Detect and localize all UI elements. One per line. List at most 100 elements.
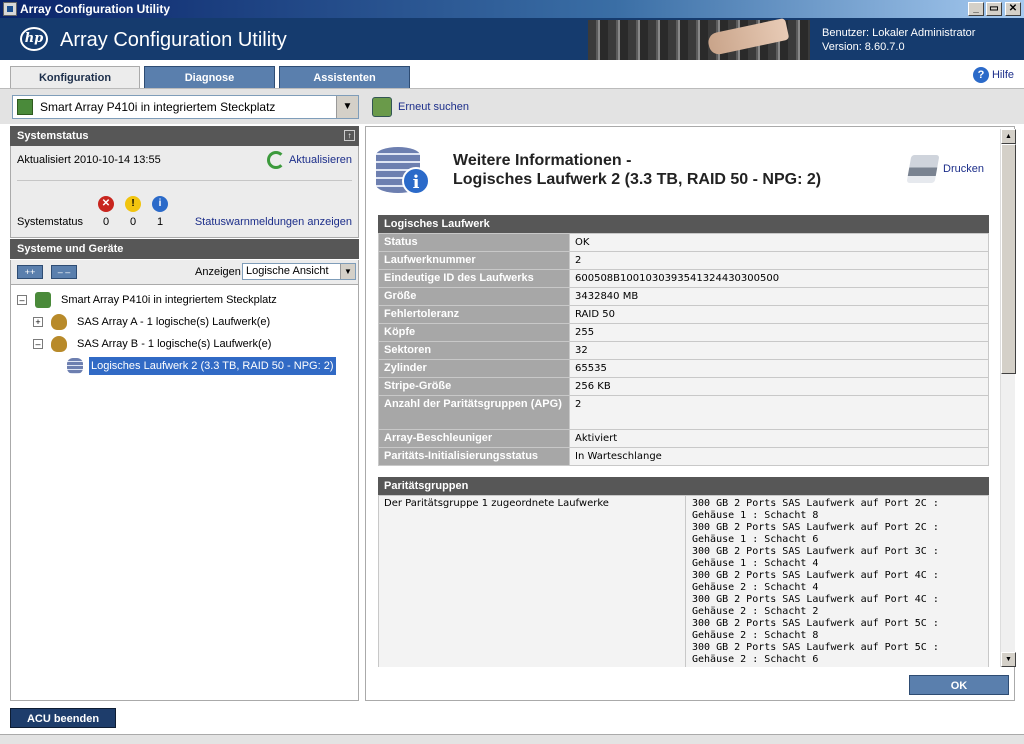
property-key: Status	[378, 233, 570, 252]
table-row: Zylinder 65535	[378, 359, 989, 378]
system-status-panel: Aktualisiert 2010-10-14 13:55 Aktualisie…	[10, 146, 359, 238]
systems-title: Systeme und Geräte	[17, 243, 124, 255]
property-value: 255	[569, 323, 989, 342]
page-title-line2: Logisches Laufwerk 2 (3.3 TB, RAID 50 - …	[453, 171, 822, 188]
tab-bar: Konfiguration Diagnose Assistenten ? Hilf…	[0, 60, 1024, 89]
property-key: Köpfe	[378, 323, 570, 342]
warning-icon: !	[125, 196, 141, 212]
property-key: Laufwerknummer	[378, 251, 570, 270]
tree-item-array-b[interactable]: – SAS Array B - 1 logische(s) Laufwerk(e…	[33, 335, 353, 353]
tree-item-controller[interactable]: – Smart Array P410i in integriertem Stec…	[17, 291, 357, 309]
controller-toolbar: Smart Array P410i in integriertem Steckp…	[0, 88, 1024, 124]
section-logical-drive-header: Logisches Laufwerk	[378, 215, 989, 233]
rescan-button[interactable]: Erneut suchen	[372, 96, 469, 118]
tree-item-array-a[interactable]: + SAS Array A - 1 logische(s) Laufwerk(e…	[33, 313, 353, 331]
tree-item-label: SAS Array A - 1 logische(s) Laufwerk(e)	[77, 316, 271, 328]
collapse-node-icon[interactable]: –	[17, 295, 27, 305]
chevron-down-icon[interactable]: ▼	[340, 264, 355, 279]
error-count: 0	[102, 216, 110, 228]
collapse-node-icon[interactable]: –	[33, 339, 43, 349]
property-value: 256 KB	[569, 377, 989, 396]
view-label: Anzeigen	[195, 266, 241, 278]
show-status-alerts-link[interactable]: Statuswarnmeldungen anzeigen	[195, 216, 352, 228]
property-key: Fehlertoleranz	[378, 305, 570, 324]
expand-all-button[interactable]: ++	[17, 265, 43, 279]
table-row: Sektoren 32	[378, 341, 989, 360]
version-label: Version: 8.60.7.0	[822, 41, 905, 53]
list-item: 300 GB 2 Ports SAS Laufwerk auf Port 5C …	[692, 618, 939, 641]
maximize-button[interactable]: ▭	[986, 2, 1002, 16]
table-row: Anzahl der Paritätsgruppen (APG) 2	[378, 395, 989, 430]
parity-group-label: Der Paritätsgruppe 1 zugeordnete Laufwer…	[384, 498, 609, 509]
window-title: Array Configuration Utility	[20, 2, 171, 16]
rescan-icon	[372, 97, 392, 117]
parity-group-table: Der Paritätsgruppe 1 zugeordnete Laufwer…	[378, 495, 989, 667]
error-icon: ✕	[98, 196, 114, 212]
help-link[interactable]: ? Hilfe	[972, 67, 1014, 84]
list-item: 300 GB 2 Ports SAS Laufwerk auf Port 4C …	[692, 594, 939, 617]
printer-icon	[906, 155, 940, 183]
list-item: 300 GB 2 Ports SAS Laufwerk auf Port 3C …	[692, 546, 939, 569]
info-icon: i	[152, 196, 168, 212]
tree-item-logical-drive-2[interactable]: Logisches Laufwerk 2 (3.3 TB, RAID 50 - …	[67, 357, 347, 375]
property-key: Sektoren	[378, 341, 570, 360]
list-item: 300 GB 2 Ports SAS Laufwerk auf Port 5C …	[692, 642, 939, 665]
window-titlebar: Array Configuration Utility _ ▭ ✕	[0, 0, 1024, 18]
controller-icon	[17, 99, 33, 115]
table-row: Paritäts-Initialisierungsstatus In Wartes…	[378, 447, 989, 466]
header-photo	[588, 17, 810, 60]
collapse-all-button[interactable]: – –	[51, 265, 77, 279]
property-value: 32	[569, 341, 989, 360]
exit-acu-button[interactable]: ACU beenden	[10, 708, 116, 728]
print-button[interactable]: Drucken	[906, 155, 984, 183]
updated-timestamp: Aktualisiert 2010-10-14 13:55	[17, 154, 161, 166]
page-title-line1: Weitere Informationen -	[453, 152, 632, 169]
table-row: Größe 3432840 MB	[378, 287, 989, 306]
property-value: OK	[569, 233, 989, 252]
tab-konfiguration[interactable]: Konfiguration	[10, 66, 140, 89]
table-row: Status OK	[378, 233, 989, 252]
collapse-icon[interactable]: ↑	[344, 130, 355, 141]
controller-select[interactable]: Smart Array P410i in integriertem Steckp…	[12, 95, 359, 119]
details-scroll-area[interactable]: i Weitere Informationen - Logisches Lauf…	[366, 127, 999, 667]
chevron-down-icon[interactable]: ▼	[336, 96, 358, 118]
property-value: Aktiviert	[569, 429, 989, 448]
property-value: 3432840 MB	[569, 287, 989, 306]
property-key: Array-Beschleuniger	[378, 429, 570, 448]
details-panel: i Weitere Informationen - Logisches Lauf…	[365, 126, 1016, 701]
app-icon	[3, 2, 17, 16]
help-label: Hilfe	[991, 69, 1014, 81]
tab-assistenten[interactable]: Assistenten	[279, 66, 410, 88]
property-key: Eindeutige ID des Laufwerks	[378, 269, 570, 288]
array-icon	[51, 336, 67, 352]
tree-item-label: Smart Array P410i in integriertem Steckp…	[61, 294, 277, 306]
view-select[interactable]: Logische Ansicht ▼	[242, 263, 356, 280]
status-bar	[0, 734, 1024, 744]
scroll-thumb[interactable]	[1001, 144, 1016, 374]
ok-button[interactable]: OK	[909, 675, 1009, 695]
property-value: In Warteschlange	[569, 447, 989, 466]
property-key: Stripe-Größe	[378, 377, 570, 396]
property-value: RAID 50	[569, 305, 989, 324]
vertical-scrollbar[interactable]: ▲ ▼	[1000, 129, 1016, 667]
table-row: Array-Beschleuniger Aktiviert	[378, 429, 989, 448]
view-select-value: Logische Ansicht	[246, 265, 329, 277]
minimize-button[interactable]: _	[968, 2, 984, 16]
table-row: Laufwerknummer 2	[378, 251, 989, 270]
help-icon: ?	[972, 67, 989, 84]
expand-node-icon[interactable]: +	[33, 317, 43, 327]
parity-group-drives: 300 GB 2 Ports SAS Laufwerk auf Port 2C …	[685, 496, 990, 667]
scroll-up-icon[interactable]: ▲	[1001, 129, 1016, 144]
divider	[17, 180, 352, 181]
property-key: Zylinder	[378, 359, 570, 378]
info-count: 1	[156, 216, 164, 228]
table-row: Köpfe 255	[378, 323, 989, 342]
refresh-button[interactable]: Aktualisieren	[267, 151, 352, 169]
hp-logo: hp	[20, 27, 48, 51]
table-row: Stripe-Größe 256 KB	[378, 377, 989, 396]
tab-diagnose[interactable]: Diagnose	[144, 66, 275, 88]
close-button[interactable]: ✕	[1005, 2, 1021, 16]
logical-drive-info-icon: i	[376, 147, 438, 199]
scroll-down-icon[interactable]: ▼	[1001, 652, 1016, 667]
property-value: 600508B1001030393541324430300500	[569, 269, 989, 288]
